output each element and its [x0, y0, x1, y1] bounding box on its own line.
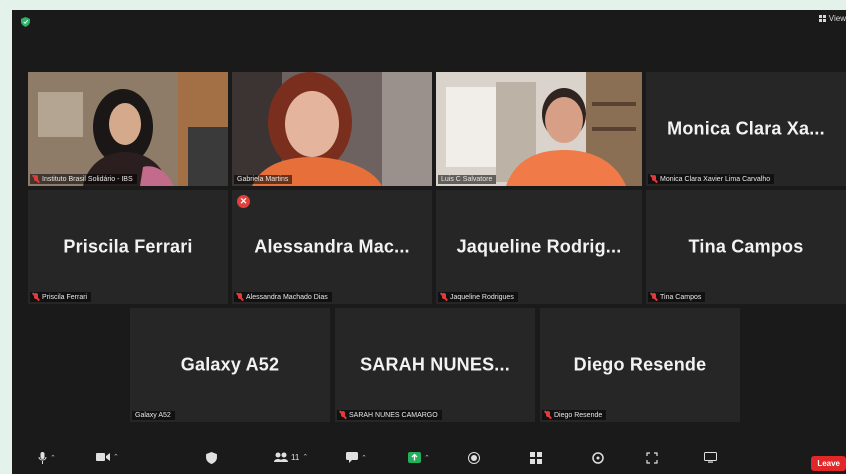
participant-label: Luis C Salvatore [438, 175, 497, 184]
mic-muted-icon [545, 411, 551, 419]
participant-label: SARAH NUNES CAMARGO [337, 410, 442, 420]
participant-label: Instituto Brasil Solidário - IBS [30, 174, 137, 184]
chevron-up-icon[interactable]: ⌃ [302, 453, 308, 461]
mute-button[interactable]: ⌃ [38, 452, 56, 464]
chevron-up-icon[interactable]: ⌃ [50, 454, 56, 462]
apps-button[interactable] [530, 452, 542, 464]
participant-display-name: Jaqueline Rodrig... [456, 236, 622, 257]
participant-label: Priscila Ferrari [30, 292, 92, 302]
view-button[interactable]: View [818, 14, 846, 23]
mic-muted-icon [441, 293, 447, 301]
participants-button[interactable]: 11 ⌃ [274, 452, 308, 462]
mic-muted-icon [33, 293, 39, 301]
participant-label: Diego Resende [542, 410, 607, 420]
shield-icon[interactable] [21, 17, 30, 27]
participant-tile[interactable]: Galaxy A52 Galaxy A52 [130, 308, 330, 422]
whiteboard-button[interactable] [704, 452, 717, 463]
participant-label: Galaxy A52 [132, 411, 175, 420]
participants-count: 11 [291, 452, 300, 462]
leave-button[interactable]: Leave [811, 456, 846, 471]
video-feed [436, 72, 642, 186]
participant-name: Galaxy A52 [135, 412, 171, 419]
participant-tile[interactable]: SARAH NUNES... SARAH NUNES CAMARGO [335, 308, 535, 422]
participant-tile[interactable]: Monica Clara Xa... Monica Clara Xavier L… [646, 72, 846, 186]
participant-display-name: Galaxy A52 [180, 354, 280, 375]
participants-icon [274, 452, 288, 462]
security-button[interactable] [206, 452, 217, 464]
participant-tile-video[interactable]: Instituto Brasil Solidário - IBS [28, 72, 228, 186]
meeting-toolbar: ⌃ ⌃ 11 ⌃ ⌃ ⌃ Leave [12, 446, 846, 474]
reactions-icon [592, 452, 604, 464]
participant-name: Priscila Ferrari [42, 293, 88, 301]
participant-display-name: SARAH NUNES... [360, 354, 510, 375]
participant-tile[interactable]: Priscila Ferrari Priscila Ferrari [28, 190, 228, 304]
x-circle-icon: ✕ [237, 195, 250, 208]
participant-name: Diego Resende [554, 411, 603, 419]
mic-muted-icon [33, 175, 39, 183]
participant-name: Instituto Brasil Solidário - IBS [42, 175, 133, 183]
participant-display-name: Alessandra Mac... [254, 236, 410, 257]
participant-display-name: Tina Campos [688, 236, 804, 257]
participant-name: Luis C Salvatore [441, 176, 493, 183]
chevron-up-icon[interactable]: ⌃ [113, 453, 119, 461]
grid-icon [818, 15, 826, 22]
fullscreen-button[interactable] [646, 452, 658, 464]
participant-display-name: Priscila Ferrari [63, 236, 193, 257]
record-icon [468, 452, 480, 464]
view-label: View [828, 14, 846, 23]
participant-label: Alessandra Machado Dias [234, 292, 332, 302]
participant-tile[interactable]: ✕ Alessandra Mac... Alessandra Machado D… [232, 190, 432, 304]
shield-icon [206, 452, 217, 464]
mic-muted-icon [237, 293, 243, 301]
participant-name: Alessandra Machado Dias [246, 293, 328, 301]
chevron-up-icon[interactable]: ⌃ [424, 454, 430, 462]
video-button[interactable]: ⌃ [96, 452, 119, 462]
participant-tile[interactable]: Tina Campos Tina Campos [646, 190, 846, 304]
chat-button[interactable]: ⌃ [346, 452, 367, 463]
mic-muted-icon [651, 175, 657, 183]
video-feed [232, 72, 432, 186]
participant-tile[interactable]: Diego Resende Diego Resende [540, 308, 740, 422]
participant-name: Tina Campos [660, 293, 702, 301]
participant-name: SARAH NUNES CAMARGO [349, 411, 438, 419]
share-screen-icon [408, 452, 421, 463]
participant-tile-video[interactable]: Gabriela Martins [232, 72, 432, 186]
participant-display-name: Monica Clara Xa... [667, 118, 825, 139]
participant-display-name: Diego Resende [573, 354, 707, 375]
apps-grid-icon [530, 452, 542, 464]
fullscreen-icon [646, 452, 658, 464]
microphone-icon [38, 452, 47, 464]
participant-name: Monica Clara Xavier Lima Carvalho [660, 175, 771, 183]
video-camera-icon [96, 453, 110, 461]
reactions-button[interactable] [592, 452, 604, 464]
video-feed [28, 72, 228, 186]
participant-label: Jaqueline Rodrigues [438, 292, 518, 302]
record-button[interactable] [468, 452, 480, 464]
share-screen-button[interactable]: ⌃ [408, 452, 430, 463]
monitor-icon [704, 452, 717, 463]
participant-name: Gabriela Martins [237, 176, 289, 183]
participant-label: Tina Campos [648, 292, 706, 302]
participant-tile[interactable]: Jaqueline Rodrig... Jaqueline Rodrigues [436, 190, 642, 304]
mic-muted-icon [340, 411, 346, 419]
chevron-up-icon[interactable]: ⌃ [361, 454, 367, 462]
meeting-window: View Instituto Brasil Solidário - IBS Ga… [12, 10, 846, 474]
participant-label: Gabriela Martins [234, 175, 293, 184]
chat-icon [346, 452, 358, 463]
participant-tile-active-speaker[interactable]: Luis C Salvatore [436, 72, 642, 186]
participant-label: Monica Clara Xavier Lima Carvalho [648, 174, 775, 184]
participant-name: Jaqueline Rodrigues [450, 293, 514, 301]
mic-muted-icon [651, 293, 657, 301]
